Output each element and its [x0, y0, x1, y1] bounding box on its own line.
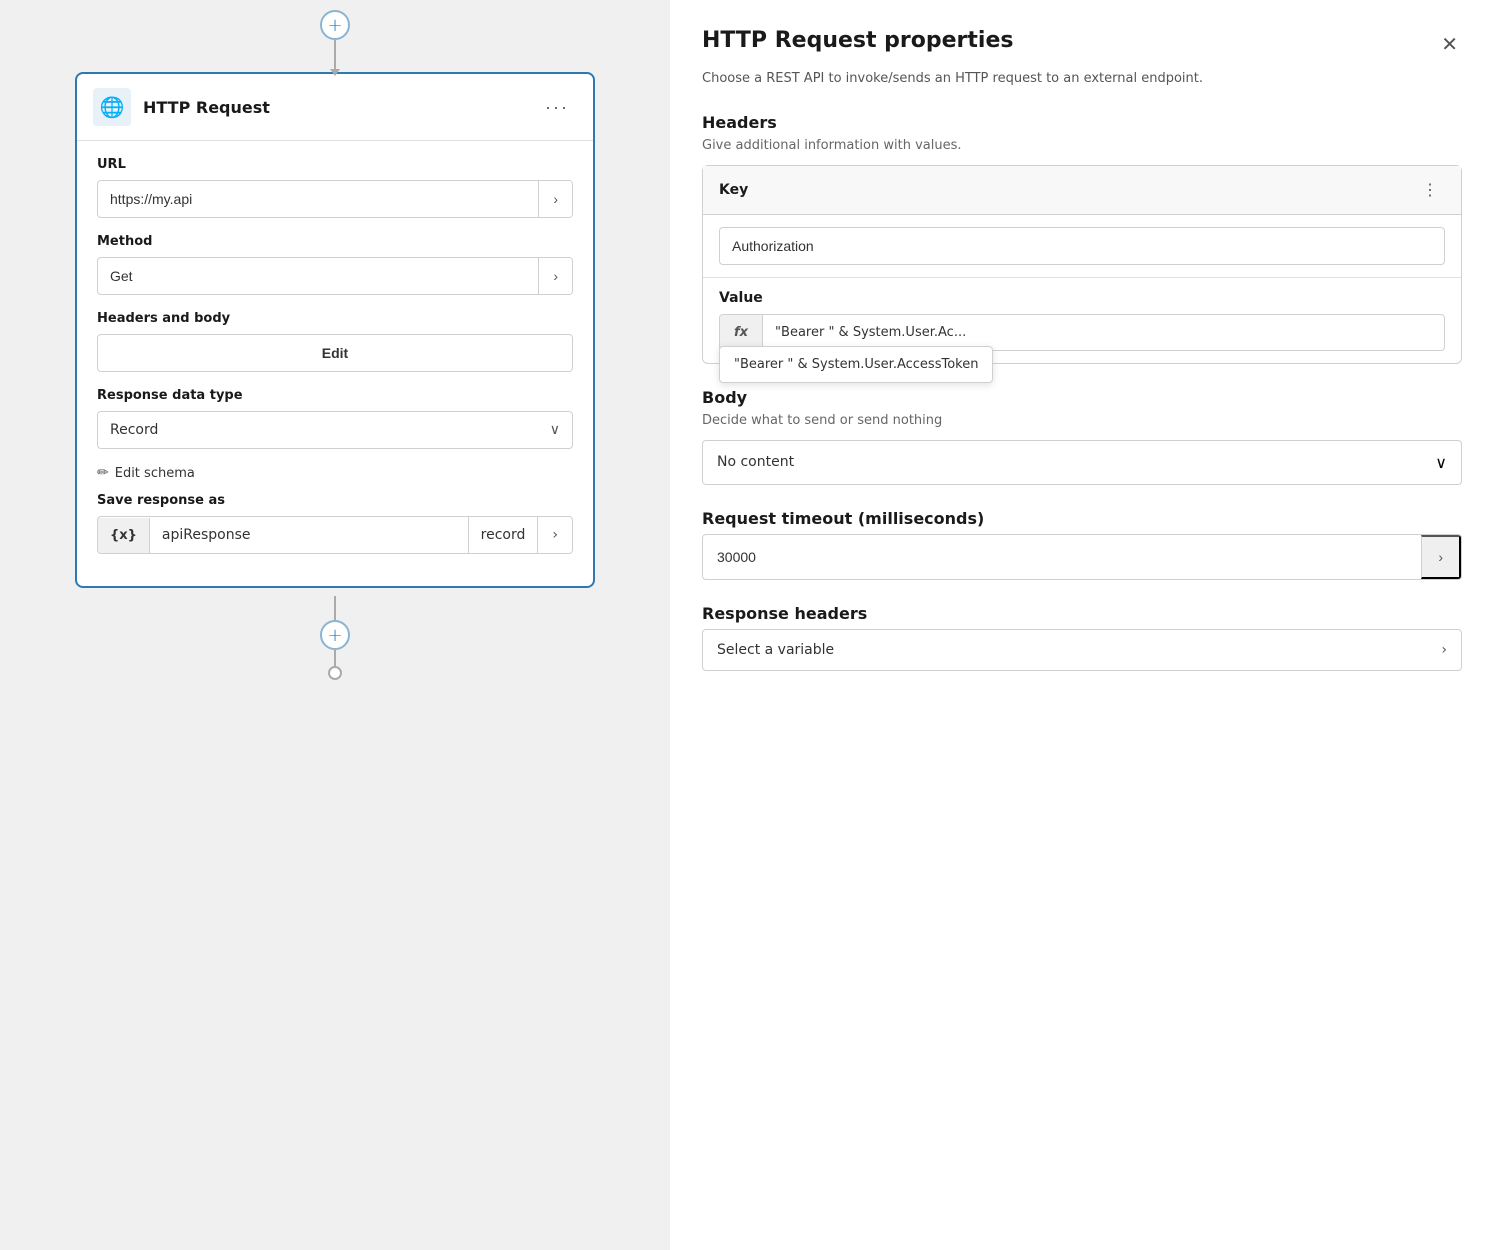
variable-select-arrow-icon: › [1441, 642, 1447, 658]
panel-title: HTTP Request properties [702, 28, 1013, 53]
key-column-header: Key [719, 182, 1416, 198]
url-input[interactable] [98, 181, 538, 217]
end-circle [328, 666, 342, 680]
value-row: Value fx "Bearer " & System.User.Ac... "… [703, 278, 1461, 363]
save-response-row: {x} apiResponse record › [97, 516, 573, 554]
http-globe-icon: 🌐 [93, 88, 131, 126]
variable-badge: {x} [98, 518, 150, 553]
body-section-title: Body [702, 388, 1462, 407]
save-response-expand-icon: › [537, 517, 572, 553]
timeout-section-title: Request timeout (milliseconds) [702, 509, 1462, 528]
arrow-connector [334, 40, 336, 70]
timeout-input-row: › [702, 534, 1462, 580]
url-input-row: › [97, 180, 573, 218]
fx-expression-value: "Bearer " & System.User.Ac... [763, 315, 1444, 350]
url-expand-button[interactable]: › [538, 181, 572, 217]
headers-section: Headers Give additional information with… [702, 113, 1462, 364]
edit-headers-body-button[interactable]: Edit [97, 334, 573, 372]
variable-select-placeholder: Select a variable [717, 642, 1441, 658]
response-headers-section: Response headers Select a variable › [702, 604, 1462, 671]
close-panel-button[interactable]: ✕ [1437, 28, 1462, 61]
response-headers-select[interactable]: Select a variable › [702, 629, 1462, 671]
body-content-select[interactable]: No content ∨ [702, 440, 1462, 485]
response-data-field-group: Response data type Record ∨ [97, 388, 573, 449]
right-panel: HTTP Request properties ✕ Choose a REST … [670, 0, 1494, 1250]
url-field-group: URL › [97, 157, 573, 218]
chevron-down-icon: ∨ [550, 422, 560, 438]
authorization-key-input[interactable] [719, 227, 1445, 265]
connector-bottom: + [320, 596, 350, 680]
save-response-field-group: Save response as {x} apiResponse record … [97, 493, 573, 554]
body-section-subtitle: Decide what to send or send nothing [702, 413, 1462, 428]
panel-header: HTTP Request properties ✕ [702, 28, 1462, 61]
line-connector-2 [334, 650, 336, 666]
key-field [703, 215, 1461, 278]
method-input-row: › [97, 257, 573, 295]
headers-section-subtitle: Give additional information with values. [702, 138, 1462, 153]
expression-tooltip: "Bearer " & System.User.AccessToken [719, 346, 993, 383]
fx-badge: fx [720, 315, 763, 350]
method-input[interactable] [98, 258, 538, 294]
url-label: URL [97, 157, 573, 172]
save-response-label: Save response as [97, 493, 573, 508]
more-options-button[interactable]: ··· [537, 93, 577, 122]
body-content-value: No content [717, 454, 1435, 470]
line-connector [334, 596, 336, 620]
edit-schema-link[interactable]: ✏ Edit schema [97, 465, 573, 481]
connector-top: + [320, 10, 350, 70]
timeout-expand-button[interactable]: › [1421, 535, 1461, 579]
headers-body-label: Headers and body [97, 311, 573, 326]
card-header: 🌐 HTTP Request ··· [77, 74, 593, 141]
method-label: Method [97, 234, 573, 249]
headers-section-title: Headers [702, 113, 1462, 132]
headers-table-header: Key ⋮ [703, 166, 1461, 215]
http-request-card: 🌐 HTTP Request ··· URL › Method › [75, 72, 595, 588]
response-data-label: Response data type [97, 388, 573, 403]
value-label: Value [719, 290, 1445, 306]
timeout-input[interactable] [703, 537, 1421, 577]
headers-more-options-button[interactable]: ⋮ [1416, 178, 1445, 202]
response-data-select[interactable]: Record ∨ [97, 411, 573, 449]
panel-description: Choose a REST API to invoke/sends an HTT… [702, 69, 1462, 89]
body-chevron-down-icon: ∨ [1435, 453, 1447, 472]
card-title: HTTP Request [143, 98, 525, 117]
response-headers-title: Response headers [702, 604, 1462, 623]
left-panel: + 🌐 HTTP Request ··· URL › Method [0, 0, 670, 1250]
response-variable-name: apiResponse [150, 517, 468, 553]
method-expand-button[interactable]: › [538, 258, 572, 294]
edit-schema-label: Edit schema [115, 466, 195, 481]
card-body: URL › Method › Headers and body Edit [77, 141, 593, 586]
pencil-icon: ✏ [97, 465, 109, 481]
fx-input-row: fx "Bearer " & System.User.Ac... [719, 314, 1445, 351]
response-type: record [468, 517, 538, 553]
method-field-group: Method › [97, 234, 573, 295]
headers-container: Key ⋮ Value fx "Bearer " & System.User.A… [702, 165, 1462, 364]
response-data-value: Record [110, 422, 550, 438]
timeout-section: Request timeout (milliseconds) › [702, 509, 1462, 580]
headers-body-field-group: Headers and body Edit [97, 311, 573, 372]
add-step-top-button[interactable]: + [320, 10, 350, 40]
body-section: Body Decide what to send or send nothing… [702, 388, 1462, 485]
add-step-bottom-button[interactable]: + [320, 620, 350, 650]
